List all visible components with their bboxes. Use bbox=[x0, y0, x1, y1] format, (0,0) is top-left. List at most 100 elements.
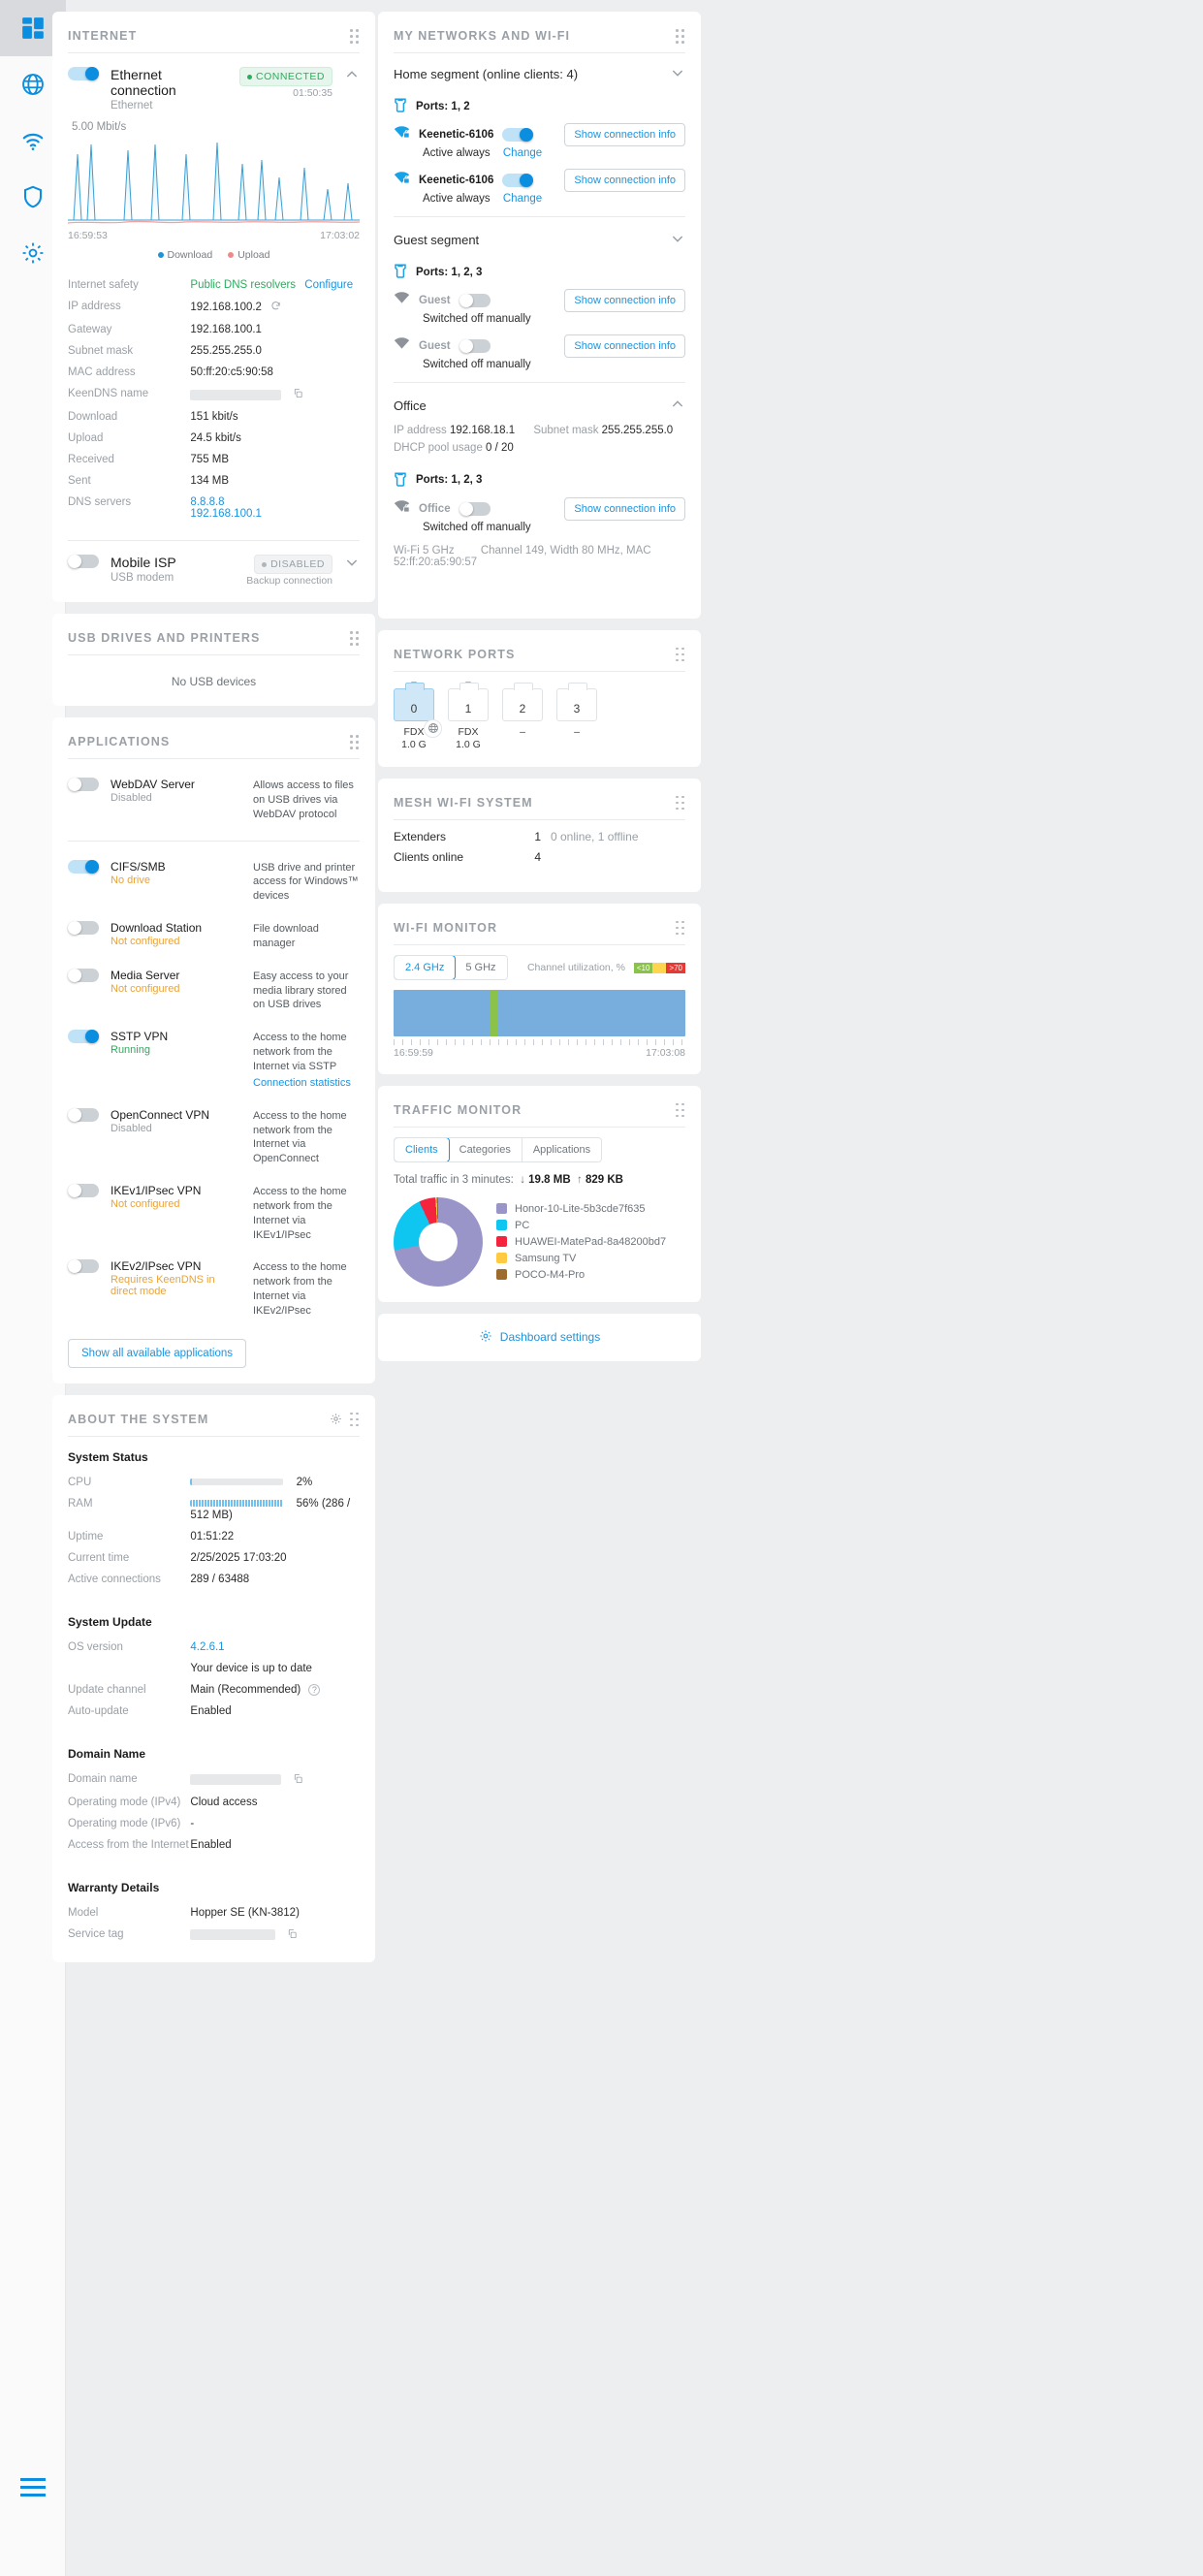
chart-time-start: 16:59:53 bbox=[68, 230, 108, 241]
about-system-settings-gear-icon[interactable] bbox=[330, 1413, 342, 1430]
app-toggle-sstp-vpn[interactable] bbox=[68, 1030, 99, 1043]
networks-card-drag-handle[interactable] bbox=[676, 29, 687, 41]
internet-status-badge: CONNECTED bbox=[239, 67, 332, 86]
refresh-icon[interactable] bbox=[270, 301, 281, 314]
usb-card-drag-handle[interactable] bbox=[350, 631, 362, 643]
network-port-0[interactable]: 0 FDX 1.0 G bbox=[394, 682, 434, 751]
app-description: Access to the home network from the Inte… bbox=[253, 1259, 360, 1318]
internet-connection-toggle[interactable] bbox=[68, 67, 99, 80]
internet-card-drag-handle[interactable] bbox=[350, 29, 362, 41]
tab-applications[interactable]: Applications bbox=[522, 1138, 601, 1161]
operating-mode-ipv6-value: - bbox=[190, 1813, 360, 1834]
about-system-drag-handle[interactable] bbox=[350, 1413, 362, 1424]
office-meta: IP address 192.168.18.1 Subnet mask 255.… bbox=[394, 423, 685, 458]
traffic-monitor-drag-handle[interactable] bbox=[676, 1103, 687, 1115]
wifi-toggle-home-2[interactable] bbox=[502, 174, 533, 187]
tab-clients[interactable]: Clients bbox=[394, 1137, 450, 1162]
app-toggle-media-server[interactable] bbox=[68, 969, 99, 982]
channel-utilization-legend: Channel utilization, % <10 >70 bbox=[527, 962, 685, 973]
wifi-lock-icon bbox=[394, 171, 410, 190]
wifi-entry-home-1: Keenetic-6106 Active always Change Show … bbox=[394, 125, 685, 159]
show-all-applications-button[interactable]: Show all available applications bbox=[68, 1339, 246, 1368]
applications-card: APPLICATIONS WebDAV Server Disabled Allo… bbox=[52, 717, 375, 1383]
wifi-toggle-home-1[interactable] bbox=[502, 128, 533, 142]
legend-item: Honor-10-Lite-5b3cde7f635 bbox=[496, 1203, 666, 1215]
menu-icon bbox=[20, 2486, 46, 2489]
help-icon[interactable]: ? bbox=[308, 1684, 320, 1696]
service-tag-masked-value bbox=[190, 1929, 275, 1940]
chevron-down-icon[interactable] bbox=[670, 231, 685, 249]
app-toggle-openconnect-vpn[interactable] bbox=[68, 1108, 99, 1122]
table-row: CPU 2% bbox=[68, 1472, 360, 1493]
dns-server-1[interactable]: 8.8.8.8 bbox=[190, 496, 224, 508]
internet-details-table: Internet safety Public DNS resolvers Con… bbox=[68, 274, 360, 525]
app-toggle-ikev2-ipsec-vpn[interactable] bbox=[68, 1259, 99, 1273]
wifi-toggle-office[interactable] bbox=[459, 502, 491, 516]
mobile-isp-row: Mobile ISP USB modem DISABLED Backup con… bbox=[68, 551, 360, 587]
network-port-3[interactable]: 3 – bbox=[556, 682, 597, 751]
wifi-change-link[interactable]: Change bbox=[503, 193, 542, 205]
table-row: Your device is up to date bbox=[68, 1658, 360, 1679]
internet-collapse-chevron-icon[interactable] bbox=[344, 67, 360, 87]
office-ip-label: IP address bbox=[394, 425, 447, 436]
app-name: IKEv2/IPsec VPN bbox=[111, 1259, 241, 1273]
connection-statistics-link[interactable]: Connection statistics bbox=[253, 1076, 360, 1091]
wifi-change-link[interactable]: Change bbox=[503, 147, 542, 159]
segment-header-guest[interactable]: Guest segment bbox=[394, 229, 685, 249]
wifi-monitor-drag-handle[interactable] bbox=[676, 921, 687, 933]
scale-mid bbox=[652, 963, 666, 973]
internet-connection-type: Ethernet bbox=[111, 100, 228, 111]
network-port-1[interactable]: 1 FDX 1.0 G bbox=[448, 682, 489, 751]
applications-card-drag-handle[interactable] bbox=[350, 735, 362, 747]
right-column: MY NETWORKS AND WI-FI Home segment (onli… bbox=[378, 12, 701, 1373]
internet-safety-configure-link[interactable]: Configure bbox=[304, 279, 353, 291]
network-port-2[interactable]: 2 – bbox=[502, 682, 543, 751]
segment-title-home: Home segment (online clients: 4) bbox=[394, 67, 578, 81]
mobile-isp-expand-chevron-icon[interactable] bbox=[344, 555, 360, 575]
operating-mode-ipv4-value: Cloud access bbox=[190, 1792, 360, 1813]
wifi-toggle-guest-2[interactable] bbox=[459, 339, 491, 353]
app-toggle-cifs-smb[interactable] bbox=[68, 860, 99, 874]
app-toggle-webdav[interactable] bbox=[68, 778, 99, 791]
network-ports-drag-handle[interactable] bbox=[676, 648, 687, 659]
tab-2-4ghz[interactable]: 2.4 GHz bbox=[394, 955, 456, 980]
copy-icon[interactable] bbox=[293, 388, 303, 401]
wifi-ssid: Guest bbox=[419, 295, 451, 306]
copy-icon[interactable] bbox=[293, 1773, 303, 1787]
app-name: OpenConnect VPN bbox=[111, 1108, 241, 1122]
cpu-usage-value: 2% bbox=[297, 1477, 313, 1488]
show-connection-info-button[interactable]: Show connection info bbox=[564, 497, 685, 521]
about-system-card: ABOUT THE SYSTEM System Status CPU 2% RA… bbox=[52, 1395, 375, 1962]
app-toggle-download-station[interactable] bbox=[68, 921, 99, 935]
internet-sent-value: 134 MB bbox=[190, 470, 360, 492]
system-status-heading: System Status bbox=[68, 1450, 360, 1464]
segment-header-office[interactable]: Office bbox=[394, 395, 685, 415]
mesh-wifi-drag-handle[interactable] bbox=[676, 796, 687, 808]
table-row: ModelHopper SE (KN-3812) bbox=[68, 1902, 360, 1924]
wifi-toggle-guest-1[interactable] bbox=[459, 294, 491, 307]
networks-card-title: MY NETWORKS AND WI-FI bbox=[394, 29, 685, 43]
dns-server-2[interactable]: 192.168.100.1 bbox=[190, 508, 262, 520]
dashboard-settings-button[interactable]: Dashboard settings bbox=[378, 1314, 701, 1361]
mesh-clients-value: 4 bbox=[520, 850, 541, 864]
segment-header-home[interactable]: Home segment (online clients: 4) bbox=[394, 63, 685, 83]
office-subnet-label: Subnet mask bbox=[533, 425, 598, 436]
mobile-isp-toggle[interactable] bbox=[68, 555, 99, 568]
show-connection-info-button[interactable]: Show connection info bbox=[564, 123, 685, 146]
chevron-down-icon[interactable] bbox=[670, 65, 685, 83]
show-connection-info-button[interactable]: Show connection info bbox=[564, 289, 685, 312]
show-connection-info-button[interactable]: Show connection info bbox=[564, 334, 685, 358]
tab-categories[interactable]: Categories bbox=[449, 1138, 522, 1161]
wifi-utilization-band bbox=[394, 990, 685, 1036]
system-update-heading: System Update bbox=[68, 1615, 360, 1629]
tab-5ghz[interactable]: 5 GHz bbox=[455, 956, 506, 979]
chevron-up-icon[interactable] bbox=[670, 397, 685, 415]
table-row: Auto-updateEnabled bbox=[68, 1701, 360, 1722]
copy-icon[interactable] bbox=[287, 1928, 298, 1942]
wifi-entry-home-2: Keenetic-6106 Active always Change Show … bbox=[394, 171, 685, 205]
upload-arrow-icon: ↑ bbox=[574, 1174, 583, 1186]
app-toggle-ikev1-ipsec-vpn[interactable] bbox=[68, 1184, 99, 1197]
os-version-link[interactable]: 4.2.6.1 bbox=[190, 1641, 224, 1653]
sidebar-menu-button[interactable] bbox=[0, 2486, 66, 2489]
show-connection-info-button[interactable]: Show connection info bbox=[564, 169, 685, 192]
